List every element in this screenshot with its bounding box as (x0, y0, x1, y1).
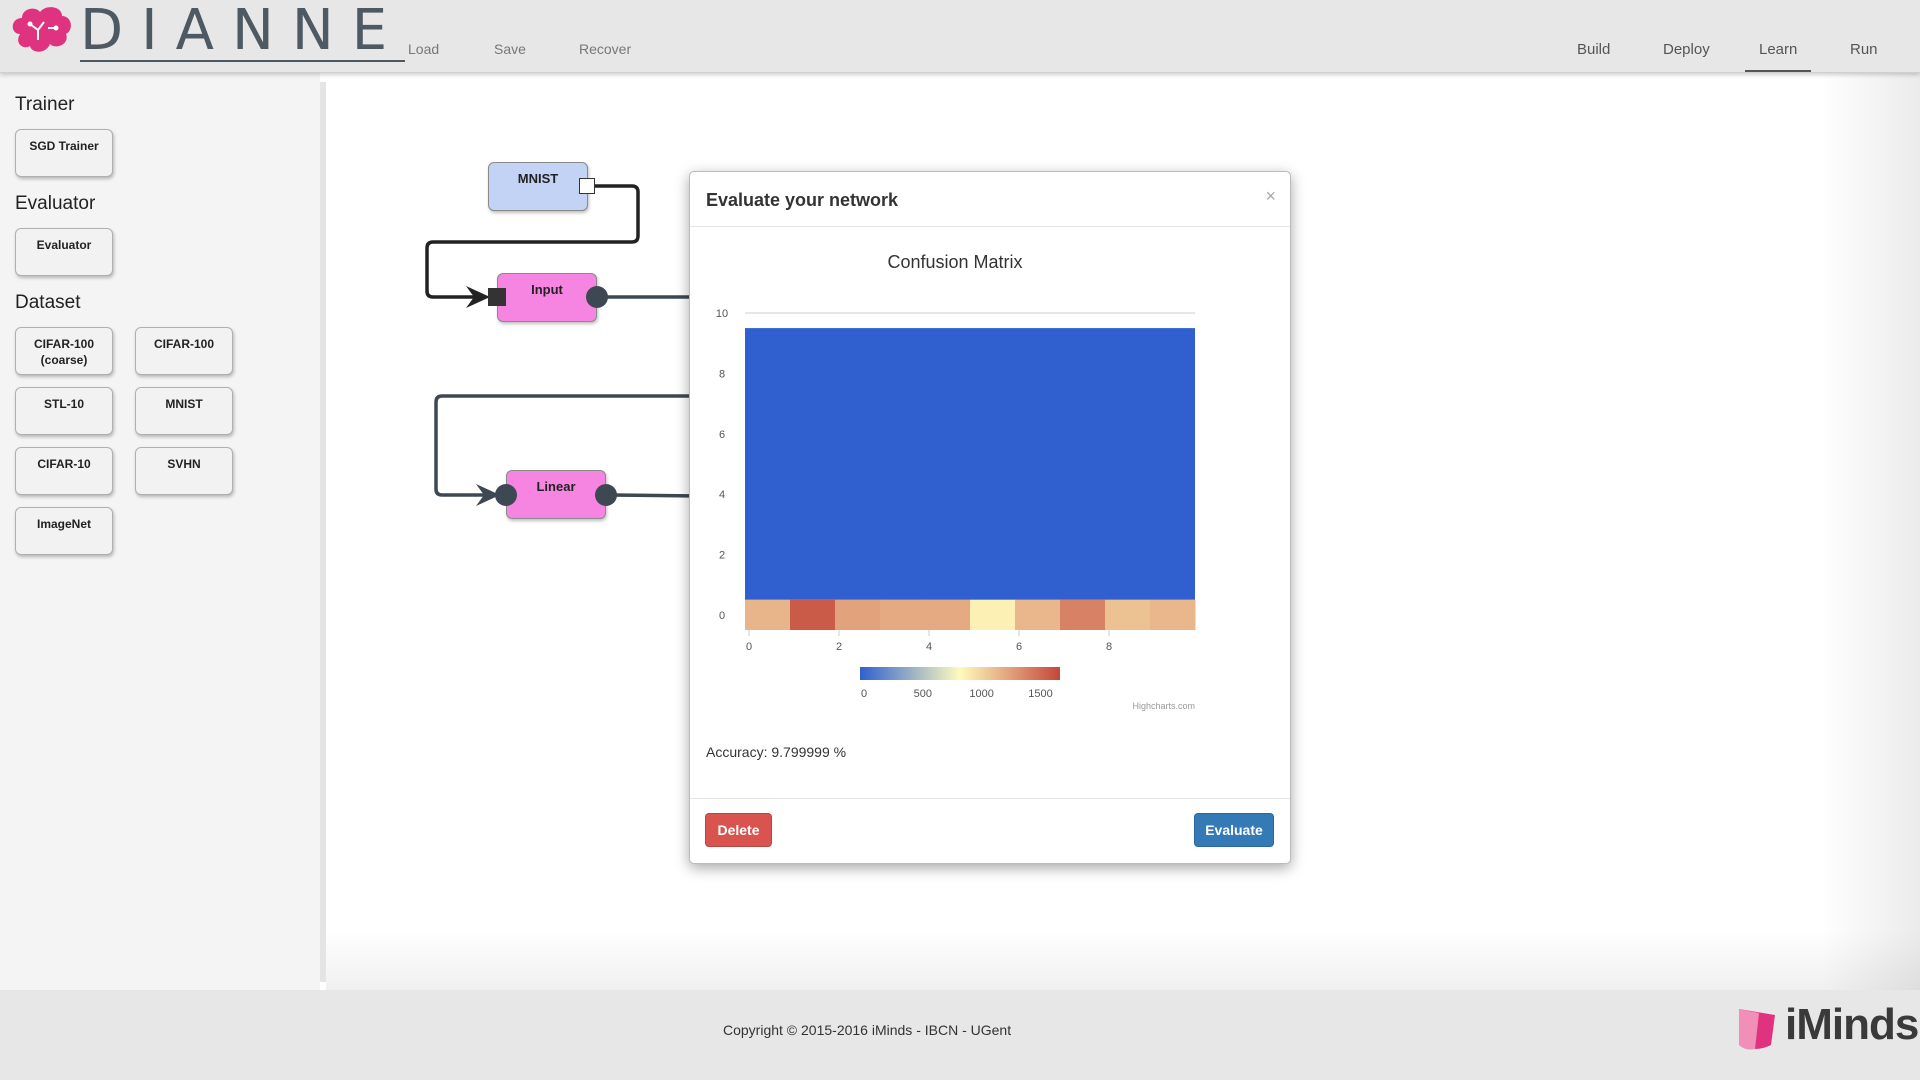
heatmap-cell (925, 599, 971, 630)
section-title-evaluator: Evaluator (15, 193, 96, 214)
brain-logo-icon[interactable] (8, 4, 74, 56)
color-axis-tick-label: 1000 (969, 688, 993, 700)
heatmap-plot-area (745, 312, 1196, 630)
accuracy-text: Accuracy: 9.799999 % (706, 744, 847, 760)
evaluate-button[interactable]: Evaluate (1194, 813, 1274, 847)
color-axis-bar (860, 667, 1060, 680)
color-axis-tick-label: 1500 (1028, 688, 1052, 700)
color-axis-tick-label: 500 (914, 688, 932, 700)
section-title-trainer: Trainer (15, 94, 75, 115)
canvas-bottom-shadow (326, 930, 1920, 990)
nav-load[interactable]: Load (408, 41, 439, 57)
y-tick-label: 6 (719, 429, 725, 441)
x-axis: 0 2 4 6 8 (746, 630, 1112, 653)
top-navbar: DIANNE Load Save Recover Build Deploy Le… (0, 0, 1920, 73)
heatmap-cell (1105, 599, 1151, 630)
copyright-text: Copyright © 2015-2016 iMinds - IBCN - UG… (723, 1022, 1012, 1038)
active-tab-indicator (1745, 70, 1811, 72)
evaluate-modal: Evaluate your network × Confusion Matrix… (689, 171, 1291, 864)
heatmap-cell (745, 599, 791, 630)
chart-credits: Highcharts.com (1132, 701, 1195, 711)
canvas-edge-shadow (1820, 72, 1920, 990)
palette-block-cifar100-coarse[interactable]: CIFAR-100 (coarse) (15, 327, 113, 375)
nav-save[interactable]: Save (494, 41, 526, 57)
x-tick-label: 4 (926, 641, 932, 653)
heatmap-cell (970, 599, 1016, 630)
iminds-brand-text: iMinds (1785, 1000, 1919, 1049)
node-input-input-port[interactable] (488, 288, 506, 306)
app-logo-text[interactable]: DIANNE (80, 3, 406, 62)
heatmap-cell (1150, 599, 1196, 630)
nav-deploy[interactable]: Deploy (1663, 41, 1710, 58)
color-axis-tick-label: 0 (861, 688, 867, 700)
palette-block-svhn[interactable]: SVHN (135, 447, 233, 495)
heatmap-cell (1015, 599, 1061, 630)
palette-block-cifar100[interactable]: CIFAR-100 (135, 327, 233, 375)
node-linear[interactable]: Linear (506, 470, 606, 519)
node-mnist[interactable]: MNIST (488, 162, 588, 211)
nav-learn[interactable]: Learn (1759, 41, 1797, 58)
modal-title: Evaluate your network (706, 190, 899, 210)
node-input[interactable]: Input (497, 273, 597, 322)
heatmap-cell (790, 599, 836, 630)
delete-button[interactable]: Delete (705, 813, 772, 847)
node-label: MNIST (517, 171, 559, 186)
color-axis-legend: 0 500 1000 1500 (860, 667, 1060, 700)
x-tick-label: 6 (1016, 641, 1022, 653)
node-mnist-output-port[interactable] (579, 178, 595, 194)
palette-block-cifar10[interactable]: CIFAR-10 (15, 447, 113, 495)
y-axis: 0 2 4 6 8 10 (716, 308, 728, 622)
heatmap-cells-rows-1-9 (745, 328, 1195, 600)
y-tick-label: 10 (716, 308, 728, 320)
heatmap-cell (835, 599, 881, 630)
nav-build[interactable]: Build (1577, 41, 1610, 58)
palette-block-sgd-trainer[interactable]: SGD Trainer (15, 129, 113, 177)
confusion-matrix-chart: Confusion Matrix 0 2 4 6 8 10 0 2 4 6 8 0 500 1000 1… (716, 252, 1196, 711)
chart-title: Confusion Matrix (887, 252, 1022, 272)
node-label: Input (531, 282, 563, 297)
palette-block-evaluator[interactable]: Evaluator (15, 228, 113, 276)
section-title-dataset: Dataset (15, 292, 81, 313)
x-tick-label: 2 (836, 641, 842, 653)
nav-recover[interactable]: Recover (579, 41, 631, 57)
node-linear-output-port[interactable] (595, 484, 617, 506)
node-input-output-port[interactable] (586, 286, 608, 308)
module-palette-sidebar: Trainer SGD Trainer Evaluator Evaluator … (0, 72, 320, 990)
heatmap-cell (880, 599, 926, 630)
y-tick-label: 4 (719, 489, 725, 501)
x-tick-label: 0 (746, 641, 752, 653)
iminds-logo-icon (1739, 1009, 1775, 1050)
palette-block-imagenet[interactable]: ImageNet (15, 507, 113, 555)
heatmap-cell (1060, 599, 1106, 630)
palette-block-stl10[interactable]: STL-10 (15, 387, 113, 435)
y-tick-label: 0 (719, 610, 725, 622)
palette-block-mnist[interactable]: MNIST (135, 387, 233, 435)
y-tick-label: 2 (719, 550, 725, 562)
nav-run[interactable]: Run (1850, 41, 1878, 58)
node-label: Linear (536, 479, 576, 494)
modal-footer-divider (690, 798, 1290, 799)
modal-header-divider (690, 226, 1290, 227)
node-linear-input-port[interactable] (495, 484, 517, 506)
y-tick-label: 8 (719, 368, 725, 380)
close-icon[interactable]: × (1265, 186, 1276, 207)
x-tick-label: 8 (1106, 641, 1112, 653)
